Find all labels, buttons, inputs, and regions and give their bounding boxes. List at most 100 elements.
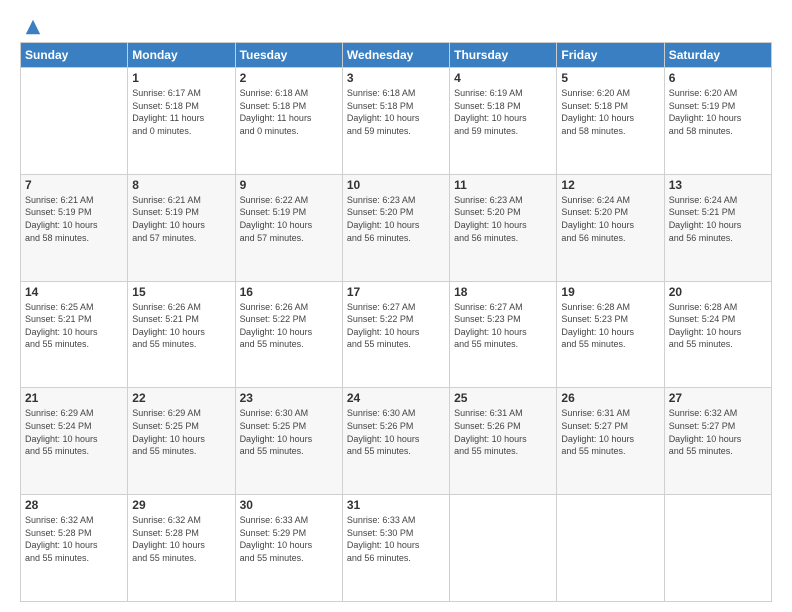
table-row: 9 Sunrise: 6:22 AM Sunset: 5:19 PM Daylig… — [235, 174, 342, 281]
table-row: 11 Sunrise: 6:23 AM Sunset: 5:20 PM Dayli… — [450, 174, 557, 281]
day-info: Sunrise: 6:23 AM Sunset: 5:20 PM Dayligh… — [454, 194, 552, 244]
table-row: 28 Sunrise: 6:32 AM Sunset: 5:28 PM Dayli… — [21, 495, 128, 602]
day-number: 22 — [132, 391, 230, 405]
day-info: Sunrise: 6:20 AM Sunset: 5:19 PM Dayligh… — [669, 87, 767, 137]
day-info: Sunrise: 6:18 AM Sunset: 5:18 PM Dayligh… — [240, 87, 338, 137]
day-info: Sunrise: 6:27 AM Sunset: 5:22 PM Dayligh… — [347, 301, 445, 351]
table-row: 30 Sunrise: 6:33 AM Sunset: 5:29 PM Dayli… — [235, 495, 342, 602]
table-row: 19 Sunrise: 6:28 AM Sunset: 5:23 PM Dayli… — [557, 281, 664, 388]
table-row: 31 Sunrise: 6:33 AM Sunset: 5:30 PM Dayli… — [342, 495, 449, 602]
day-number: 12 — [561, 178, 659, 192]
day-number: 2 — [240, 71, 338, 85]
day-number: 26 — [561, 391, 659, 405]
header — [20, 18, 772, 32]
col-header-sunday: Sunday — [21, 43, 128, 68]
table-row: 4 Sunrise: 6:19 AM Sunset: 5:18 PM Daylig… — [450, 68, 557, 175]
calendar-table: SundayMondayTuesdayWednesdayThursdayFrid… — [20, 42, 772, 602]
day-info: Sunrise: 6:33 AM Sunset: 5:30 PM Dayligh… — [347, 514, 445, 564]
day-info: Sunrise: 6:33 AM Sunset: 5:29 PM Dayligh… — [240, 514, 338, 564]
day-info: Sunrise: 6:18 AM Sunset: 5:18 PM Dayligh… — [347, 87, 445, 137]
day-info: Sunrise: 6:31 AM Sunset: 5:26 PM Dayligh… — [454, 407, 552, 457]
day-number: 9 — [240, 178, 338, 192]
day-number: 10 — [347, 178, 445, 192]
table-row: 16 Sunrise: 6:26 AM Sunset: 5:22 PM Dayli… — [235, 281, 342, 388]
logo-icon — [24, 18, 42, 36]
day-number: 23 — [240, 391, 338, 405]
day-info: Sunrise: 6:19 AM Sunset: 5:18 PM Dayligh… — [454, 87, 552, 137]
col-header-friday: Friday — [557, 43, 664, 68]
day-info: Sunrise: 6:32 AM Sunset: 5:28 PM Dayligh… — [25, 514, 123, 564]
day-number: 20 — [669, 285, 767, 299]
table-row: 15 Sunrise: 6:26 AM Sunset: 5:21 PM Dayli… — [128, 281, 235, 388]
table-row: 22 Sunrise: 6:29 AM Sunset: 5:25 PM Dayli… — [128, 388, 235, 495]
table-row: 1Sunrise: 6:17 AM Sunset: 5:18 PM Daylig… — [128, 68, 235, 175]
day-number: 31 — [347, 498, 445, 512]
day-number: 28 — [25, 498, 123, 512]
col-header-wednesday: Wednesday — [342, 43, 449, 68]
day-number: 17 — [347, 285, 445, 299]
col-header-saturday: Saturday — [664, 43, 771, 68]
day-number: 15 — [132, 285, 230, 299]
table-row: 2 Sunrise: 6:18 AM Sunset: 5:18 PM Daylig… — [235, 68, 342, 175]
day-number: 13 — [669, 178, 767, 192]
day-number: 19 — [561, 285, 659, 299]
day-info: Sunrise: 6:28 AM Sunset: 5:23 PM Dayligh… — [561, 301, 659, 351]
day-number: 29 — [132, 498, 230, 512]
table-row — [450, 495, 557, 602]
day-number: 30 — [240, 498, 338, 512]
table-row: 18 Sunrise: 6:27 AM Sunset: 5:23 PM Dayli… — [450, 281, 557, 388]
col-header-monday: Monday — [128, 43, 235, 68]
table-row: 13 Sunrise: 6:24 AM Sunset: 5:21 PM Dayli… — [664, 174, 771, 281]
table-row: 5Sunrise: 6:20 AM Sunset: 5:18 PM Daylig… — [557, 68, 664, 175]
table-row: 29 Sunrise: 6:32 AM Sunset: 5:28 PM Dayli… — [128, 495, 235, 602]
day-info: Sunrise: 6:30 AM Sunset: 5:26 PM Dayligh… — [347, 407, 445, 457]
table-row: 23 Sunrise: 6:30 AM Sunset: 5:25 PM Dayli… — [235, 388, 342, 495]
table-row — [21, 68, 128, 175]
page: SundayMondayTuesdayWednesdayThursdayFrid… — [0, 0, 792, 612]
table-row: 26 Sunrise: 6:31 AM Sunset: 5:27 PM Dayli… — [557, 388, 664, 495]
day-number: 7 — [25, 178, 123, 192]
day-info: Sunrise: 6:27 AM Sunset: 5:23 PM Dayligh… — [454, 301, 552, 351]
day-number: 4 — [454, 71, 552, 85]
table-row — [664, 495, 771, 602]
day-info: Sunrise: 6:22 AM Sunset: 5:19 PM Dayligh… — [240, 194, 338, 244]
table-row: 12 Sunrise: 6:24 AM Sunset: 5:20 PM Dayli… — [557, 174, 664, 281]
day-number: 8 — [132, 178, 230, 192]
table-row: 3 Sunrise: 6:18 AM Sunset: 5:18 PM Daylig… — [342, 68, 449, 175]
logo — [20, 18, 42, 32]
day-info: Sunrise: 6:30 AM Sunset: 5:25 PM Dayligh… — [240, 407, 338, 457]
day-info: Sunrise: 6:32 AM Sunset: 5:27 PM Dayligh… — [669, 407, 767, 457]
day-number: 11 — [454, 178, 552, 192]
day-number: 27 — [669, 391, 767, 405]
day-info: Sunrise: 6:21 AM Sunset: 5:19 PM Dayligh… — [25, 194, 123, 244]
day-number: 25 — [454, 391, 552, 405]
table-row: 17 Sunrise: 6:27 AM Sunset: 5:22 PM Dayli… — [342, 281, 449, 388]
day-info: Sunrise: 6:29 AM Sunset: 5:24 PM Dayligh… — [25, 407, 123, 457]
day-info: Sunrise: 6:24 AM Sunset: 5:21 PM Dayligh… — [669, 194, 767, 244]
table-row: 25 Sunrise: 6:31 AM Sunset: 5:26 PM Dayli… — [450, 388, 557, 495]
day-number: 6 — [669, 71, 767, 85]
day-info: Sunrise: 6:28 AM Sunset: 5:24 PM Dayligh… — [669, 301, 767, 351]
day-info: Sunrise: 6:29 AM Sunset: 5:25 PM Dayligh… — [132, 407, 230, 457]
day-number: 16 — [240, 285, 338, 299]
day-number: 21 — [25, 391, 123, 405]
day-info: Sunrise: 6:31 AM Sunset: 5:27 PM Dayligh… — [561, 407, 659, 457]
day-info: Sunrise: 6:24 AM Sunset: 5:20 PM Dayligh… — [561, 194, 659, 244]
table-row: 7 Sunrise: 6:21 AM Sunset: 5:19 PM Daylig… — [21, 174, 128, 281]
day-info: Sunrise: 6:26 AM Sunset: 5:22 PM Dayligh… — [240, 301, 338, 351]
table-row — [557, 495, 664, 602]
day-number: 24 — [347, 391, 445, 405]
col-header-tuesday: Tuesday — [235, 43, 342, 68]
day-info: Sunrise: 6:20 AM Sunset: 5:18 PM Dayligh… — [561, 87, 659, 137]
table-row: 10 Sunrise: 6:23 AM Sunset: 5:20 PM Dayli… — [342, 174, 449, 281]
day-number: 3 — [347, 71, 445, 85]
day-info: Sunrise: 6:23 AM Sunset: 5:20 PM Dayligh… — [347, 194, 445, 244]
day-number: 18 — [454, 285, 552, 299]
day-info: Sunrise: 6:26 AM Sunset: 5:21 PM Dayligh… — [132, 301, 230, 351]
table-row: 8 Sunrise: 6:21 AM Sunset: 5:19 PM Daylig… — [128, 174, 235, 281]
day-info: Sunrise: 6:32 AM Sunset: 5:28 PM Dayligh… — [132, 514, 230, 564]
table-row: 27 Sunrise: 6:32 AM Sunset: 5:27 PM Dayli… — [664, 388, 771, 495]
table-row: 20 Sunrise: 6:28 AM Sunset: 5:24 PM Dayli… — [664, 281, 771, 388]
col-header-thursday: Thursday — [450, 43, 557, 68]
day-info: Sunrise: 6:21 AM Sunset: 5:19 PM Dayligh… — [132, 194, 230, 244]
